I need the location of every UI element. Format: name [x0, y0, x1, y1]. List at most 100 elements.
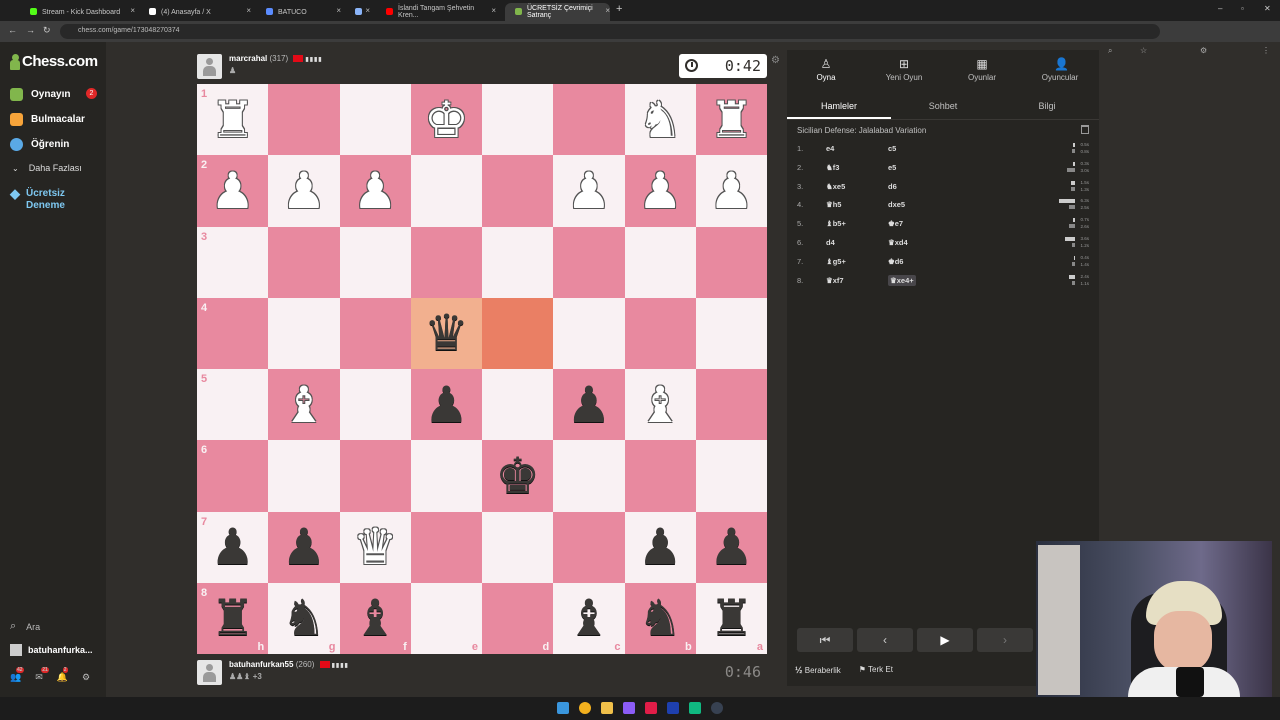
- board-square[interactable]: ♟: [624, 155, 696, 227]
- board-square[interactable]: [339, 297, 411, 369]
- minimize-icon[interactable]: –: [1218, 4, 1222, 13]
- bottom-player-avatar[interactable]: [197, 660, 222, 685]
- forward-icon[interactable]: →: [26, 25, 35, 35]
- app-icon[interactable]: [623, 702, 635, 714]
- close-tab-icon[interactable]: ×: [605, 6, 610, 15]
- zoom-icon[interactable]: ⌕: [1108, 46, 1112, 56]
- board-square[interactable]: d: [482, 582, 554, 654]
- board-square[interactable]: [695, 297, 767, 369]
- white-bishop-icon[interactable]: ♝: [638, 380, 683, 430]
- white-move[interactable]: ♛h5: [826, 200, 841, 209]
- friends-icon[interactable]: 👥 42: [10, 667, 24, 683]
- board-square[interactable]: g ♞: [268, 582, 340, 654]
- black-pawn-icon[interactable]: ♟: [210, 522, 255, 572]
- board-square[interactable]: [695, 226, 767, 298]
- white-move[interactable]: ♝b5+: [826, 219, 846, 228]
- url-input[interactable]: chess.com/game/173048270374: [60, 24, 1160, 39]
- play-button[interactable]: ▶: [917, 628, 973, 652]
- reload-icon[interactable]: ↻: [43, 25, 51, 36]
- board-square[interactable]: [553, 440, 625, 512]
- white-move[interactable]: e4: [826, 144, 834, 153]
- close-tab-icon[interactable]: ×: [491, 6, 496, 15]
- chrome-icon[interactable]: [579, 702, 591, 714]
- browser-tab[interactable]: Stream - Kick Dashboard ×: [20, 3, 135, 21]
- obs-icon[interactable]: [711, 702, 723, 714]
- panel-tab[interactable]: ⊞ Yeni Oyun: [865, 50, 943, 94]
- trash-icon[interactable]: [1081, 125, 1089, 134]
- black-pawn-icon[interactable]: ♟: [424, 380, 469, 430]
- board-square[interactable]: [553, 511, 625, 583]
- board-square[interactable]: ♟: [695, 511, 767, 583]
- steam-icon[interactable]: [667, 702, 679, 714]
- board-square[interactable]: [482, 155, 554, 227]
- black-bishop-icon[interactable]: ♝: [566, 593, 611, 643]
- app-icon[interactable]: [689, 702, 701, 714]
- browser-tab[interactable]: ×: [345, 3, 370, 21]
- menu-icon[interactable]: ⋮: [1262, 46, 1270, 55]
- black-knight-icon[interactable]: ♞: [638, 593, 683, 643]
- white-king-icon[interactable]: ♚: [424, 95, 469, 145]
- settings-gear-icon[interactable]: ⚙: [82, 672, 90, 683]
- first-move-button[interactable]: ⏮: [797, 628, 853, 652]
- board-square[interactable]: [482, 84, 554, 156]
- board-square[interactable]: [695, 440, 767, 512]
- chess-board[interactable]: 1 ♜ ♚ ♞ ♜ 2 ♟ ♟ ♟ ♟ ♟ ♟ 3 4 ♛ 5 ♝ ♟ ♟ ♝ 6 ♚ 7 ♟ ♟ ♛ ♟ ♟ 8 h ♜ g ♞ f ♝ e d c ♝ b…: [197, 84, 767, 654]
- board-square[interactable]: [410, 155, 482, 227]
- white-bishop-icon[interactable]: ♝: [281, 380, 326, 430]
- board-square[interactable]: ♞: [624, 84, 696, 156]
- black-king-icon[interactable]: ♚: [495, 451, 540, 501]
- black-bishop-icon[interactable]: ♝: [353, 593, 398, 643]
- black-move[interactable]: ♛xe4+: [888, 274, 916, 286]
- white-pawn-icon[interactable]: ♟: [353, 166, 398, 216]
- board-square[interactable]: ♟: [339, 155, 411, 227]
- board-square[interactable]: ♟: [553, 155, 625, 227]
- profile-link[interactable]: batuhanfurka...: [10, 644, 93, 656]
- board-square[interactable]: a ♜: [695, 582, 767, 654]
- board-square[interactable]: 8 h ♜: [197, 582, 269, 654]
- board-square[interactable]: [553, 297, 625, 369]
- white-move[interactable]: ♝g5+: [826, 257, 846, 266]
- black-rook-icon[interactable]: ♜: [709, 593, 754, 643]
- white-pawn-icon[interactable]: ♟: [709, 166, 754, 216]
- board-square[interactable]: [553, 226, 625, 298]
- board-square[interactable]: 5: [197, 369, 269, 441]
- board-square[interactable]: [339, 84, 411, 156]
- bookmark-star-icon[interactable]: ☆: [1140, 46, 1147, 55]
- tab-moves[interactable]: Hamleler: [787, 94, 891, 119]
- board-square[interactable]: ♟: [624, 511, 696, 583]
- white-rook-icon[interactable]: ♜: [210, 95, 255, 145]
- board-square[interactable]: [695, 369, 767, 441]
- board-square[interactable]: [410, 440, 482, 512]
- board-square[interactable]: [410, 511, 482, 583]
- black-move[interactable]: e5: [888, 163, 896, 172]
- board-square[interactable]: [482, 226, 554, 298]
- board-square[interactable]: [339, 226, 411, 298]
- folder-icon[interactable]: [601, 702, 613, 714]
- board-square[interactable]: 3: [197, 226, 269, 298]
- white-pawn-icon[interactable]: ♟: [281, 166, 326, 216]
- resign-button[interactable]: ⚑ Terk Et: [859, 665, 893, 675]
- board-square[interactable]: 7 ♟: [197, 511, 269, 583]
- bottom-player-name[interactable]: batuhanfurkan55: [229, 660, 293, 669]
- tab-chat[interactable]: Sohbet: [891, 94, 995, 119]
- board-square[interactable]: [410, 226, 482, 298]
- black-move[interactable]: ♚d6: [888, 257, 903, 266]
- close-tab-icon[interactable]: ×: [246, 6, 251, 15]
- browser-tab[interactable]: BATUCO ×: [256, 3, 341, 21]
- board-square[interactable]: e: [410, 582, 482, 654]
- nav-learn[interactable]: Öğrenin: [10, 138, 69, 151]
- board-square[interactable]: ♝: [624, 369, 696, 441]
- next-move-button[interactable]: ›: [977, 628, 1033, 652]
- board-square[interactable]: [482, 511, 554, 583]
- black-move[interactable]: dxe5: [888, 200, 905, 209]
- nav-more[interactable]: ⌄ Daha Fazlası: [10, 163, 82, 173]
- white-pawn-icon[interactable]: ♟: [638, 166, 683, 216]
- black-pawn-icon[interactable]: ♟: [281, 522, 326, 572]
- board-square[interactable]: [339, 369, 411, 441]
- board-square[interactable]: [624, 297, 696, 369]
- black-move[interactable]: ♚e7: [888, 219, 903, 228]
- prev-move-button[interactable]: ‹: [857, 628, 913, 652]
- black-move[interactable]: c5: [888, 144, 896, 153]
- board-square[interactable]: [268, 226, 340, 298]
- nav-play[interactable]: Oynayın: [10, 88, 70, 101]
